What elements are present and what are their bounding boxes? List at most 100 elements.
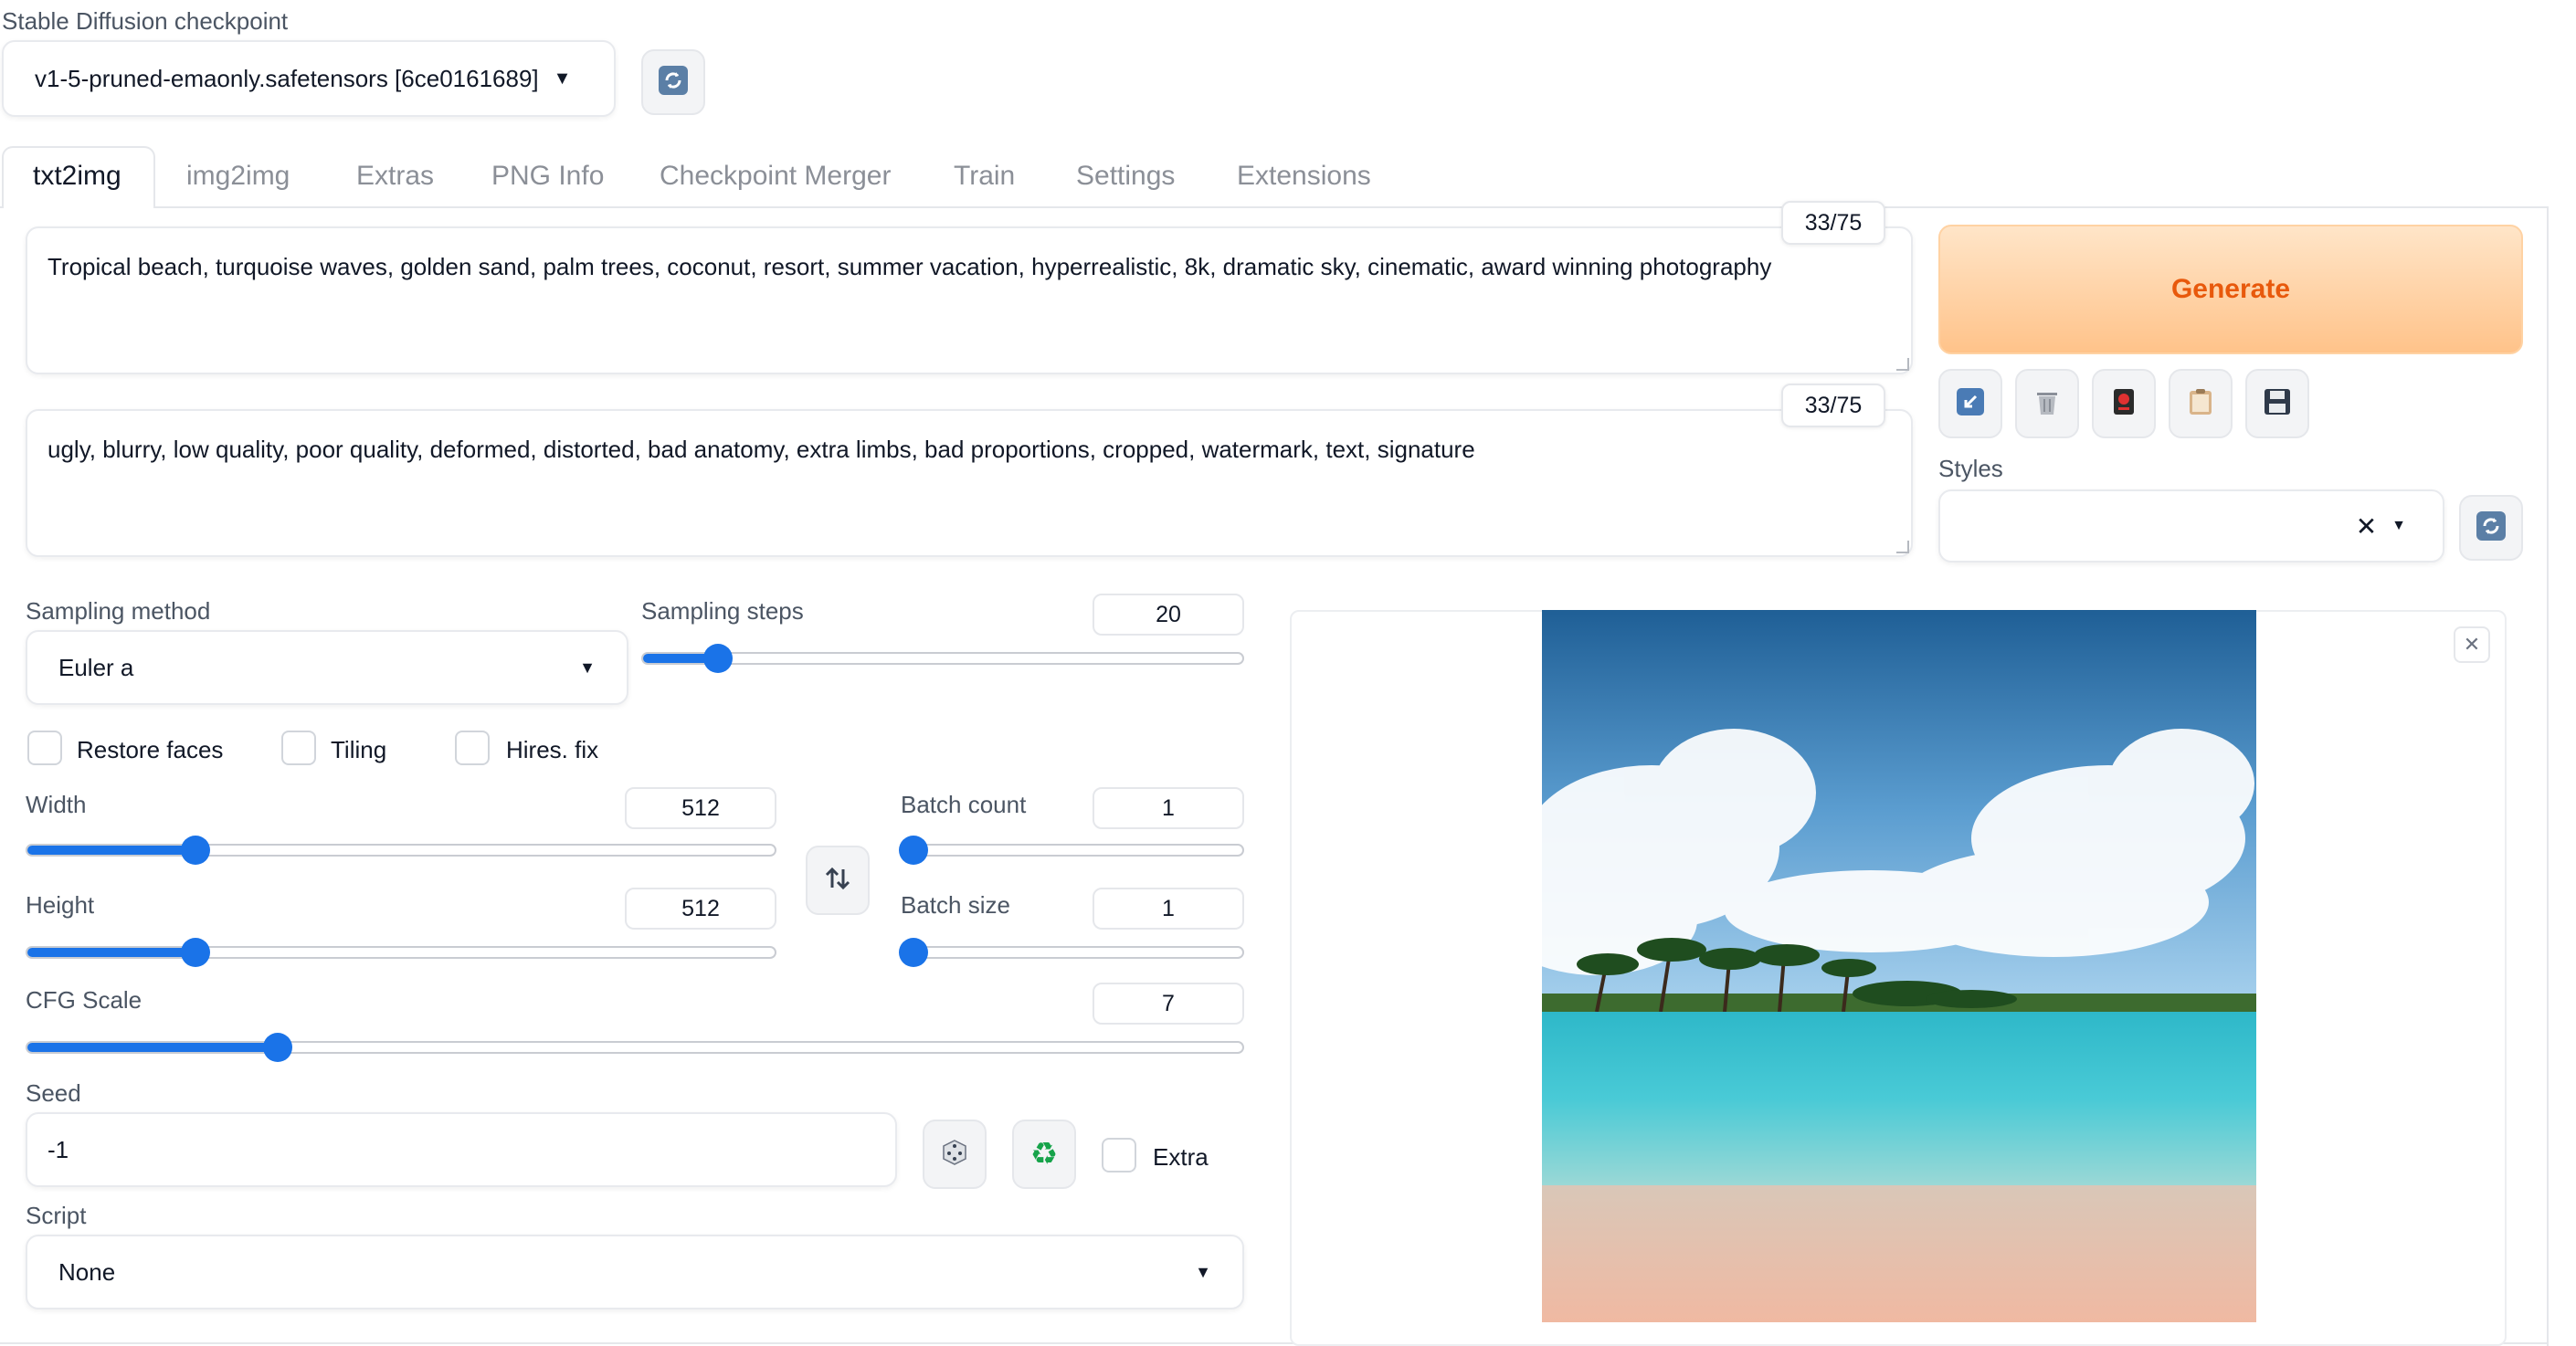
refresh-icon [658, 65, 689, 100]
sampling-steps-slider[interactable] [641, 644, 1244, 673]
close-icon[interactable]: ✕ [2356, 511, 2377, 542]
cfg-scale-input[interactable]: 7 [1093, 983, 1244, 1025]
slider-thumb[interactable] [263, 1033, 292, 1062]
tiling-label: Tiling [331, 736, 387, 763]
tab-extensions[interactable]: Extensions [1237, 161, 1371, 192]
tab-divider [0, 206, 2549, 208]
chevron-down-icon: ▼ [1195, 1262, 1211, 1281]
restore-faces-checkbox[interactable] [27, 731, 62, 765]
generate-button[interactable]: Generate [1938, 225, 2523, 354]
batch-count-input[interactable]: 1 [1093, 787, 1244, 829]
styles-label: Styles [1938, 455, 2003, 482]
save-style-button[interactable] [2245, 369, 2309, 438]
refresh-icon [2476, 510, 2507, 546]
seed-value: -1 [48, 1135, 69, 1163]
width-input[interactable]: 512 [625, 787, 776, 829]
slider-track [913, 844, 1244, 857]
tab-checkpoint-merger[interactable]: Checkpoint Merger [660, 161, 891, 192]
extra-seed-checkbox[interactable] [1102, 1138, 1136, 1172]
batch-count-label: Batch count [901, 791, 1027, 818]
extra-seed-label: Extra [1153, 1143, 1209, 1171]
random-seed-button[interactable] [923, 1120, 987, 1189]
cfg-scale-label: CFG Scale [26, 986, 143, 1014]
dice-icon [940, 1138, 969, 1172]
tab-train[interactable]: Train [954, 161, 1015, 192]
chevron-down-icon: ▼ [553, 68, 572, 89]
sampling-method-label: Sampling method [26, 597, 211, 625]
styles-dropdown[interactable]: ✕ ▼ [1938, 489, 2444, 563]
batch-size-input[interactable]: 1 [1093, 888, 1244, 930]
apply-style-button[interactable] [2169, 369, 2233, 438]
checkpoint-value: v1-5-pruned-emaonly.safetensors [6ce0161… [35, 64, 539, 92]
slider-thumb[interactable] [899, 938, 928, 967]
checkpoint-dropdown[interactable]: v1-5-pruned-emaonly.safetensors [6ce0161… [2, 40, 616, 117]
seed-label: Seed [26, 1079, 81, 1107]
hires-fix-label: Hires. fix [506, 736, 599, 763]
batch-count-slider[interactable] [899, 836, 1244, 865]
reuse-seed-button[interactable]: ♻ [1012, 1120, 1076, 1189]
prompt-token-counter: 33/75 [1781, 201, 1885, 245]
paste-prompt-button[interactable] [1938, 369, 2002, 438]
chevron-down-icon: ▼ [2391, 518, 2406, 533]
width-label: Width [26, 791, 87, 818]
prompt-textarea[interactable]: Tropical beach, turquoise waves, golden … [26, 226, 1913, 374]
negative-token-counter: 33/75 [1781, 384, 1885, 427]
slider-track [26, 946, 776, 959]
extra-networks-button[interactable] [2092, 369, 2156, 438]
script-value: None [58, 1257, 116, 1286]
floppy-disk-icon [2264, 388, 2291, 420]
chevron-down-icon: ▼ [579, 657, 596, 677]
slider-fill [27, 948, 196, 957]
tab-txt2img[interactable]: txt2img [33, 161, 121, 192]
script-dropdown[interactable]: None ▼ [26, 1235, 1244, 1309]
tab-png-info[interactable]: PNG Info [491, 161, 604, 192]
tiling-checkbox[interactable] [281, 731, 316, 765]
refresh-styles-button[interactable] [2459, 495, 2523, 561]
arrow-paste-icon [1956, 387, 1985, 421]
tab-img2img[interactable]: img2img [186, 161, 290, 192]
slider-thumb[interactable] [180, 938, 210, 967]
checkpoint-label: Stable Diffusion checkpoint [2, 7, 289, 35]
slider-fill [27, 846, 196, 855]
height-input[interactable]: 512 [625, 888, 776, 930]
height-slider[interactable] [26, 938, 776, 967]
clear-prompt-button[interactable] [2015, 369, 2079, 438]
red-card-icon [2112, 387, 2136, 421]
slider-track [913, 946, 1244, 959]
close-icon[interactable]: ✕ [2454, 626, 2490, 663]
swap-arrows-icon [823, 864, 852, 898]
negative-prompt-text: ugly, blurry, low quality, poor quality,… [48, 436, 1475, 463]
hires-fix-checkbox[interactable] [455, 731, 490, 765]
slider-thumb[interactable] [703, 644, 734, 673]
restore-faces-label: Restore faces [77, 736, 224, 763]
tab-settings[interactable]: Settings [1076, 161, 1175, 192]
cfg-scale-slider[interactable] [26, 1033, 1244, 1062]
sampling-steps-label: Sampling steps [641, 597, 804, 625]
slider-thumb[interactable] [180, 836, 210, 865]
sampling-method-dropdown[interactable]: Euler a ▼ [26, 630, 628, 705]
panel-right-border [2547, 206, 2549, 1346]
trash-icon [2033, 387, 2061, 421]
swap-dimensions-button[interactable] [806, 846, 870, 915]
prompt-text: Tropical beach, turquoise waves, golden … [48, 253, 1772, 280]
slider-fill [27, 1043, 280, 1052]
generate-label: Generate [2170, 274, 2291, 304]
height-label: Height [26, 891, 95, 919]
clipboard-icon [2187, 387, 2214, 421]
sampling-steps-input[interactable]: 20 [1093, 594, 1244, 636]
resize-handle-icon[interactable] [1896, 541, 1909, 553]
slider-track [26, 1041, 1244, 1054]
tab-extras[interactable]: Extras [356, 161, 434, 192]
refresh-checkpoint-button[interactable] [641, 49, 705, 115]
sampling-method-value: Euler a [58, 653, 134, 681]
negative-prompt-textarea[interactable]: ugly, blurry, low quality, poor quality,… [26, 409, 1913, 557]
generated-image[interactable] [1542, 610, 2256, 1322]
script-label: Script [26, 1202, 87, 1229]
seed-input[interactable]: -1 [26, 1112, 897, 1187]
width-slider[interactable] [26, 836, 776, 865]
slider-thumb[interactable] [899, 836, 928, 865]
recycle-icon: ♻ [1029, 1137, 1059, 1172]
slider-track [26, 844, 776, 857]
batch-size-slider[interactable] [899, 938, 1244, 967]
resize-handle-icon[interactable] [1896, 358, 1909, 371]
